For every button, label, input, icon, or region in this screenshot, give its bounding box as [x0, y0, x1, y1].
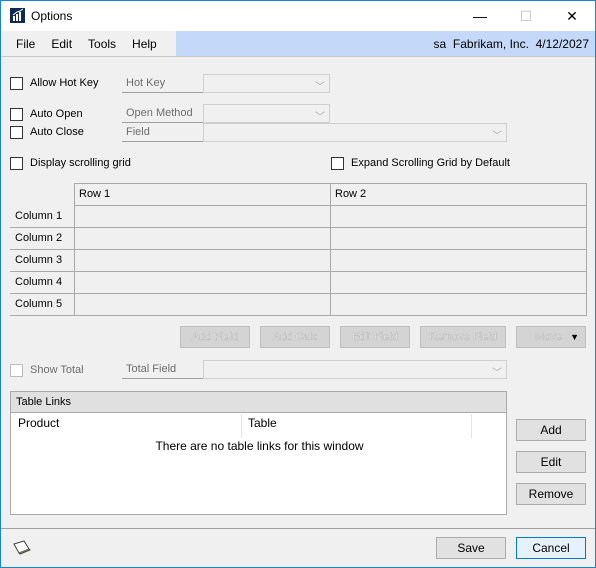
- allow-hot-key-label: Allow Hot Key: [30, 77, 99, 89]
- menu-file[interactable]: File: [8, 37, 43, 51]
- show-total-checkbox[interactable]: [10, 364, 23, 377]
- title-bar: Options — ☐ ✕: [1, 1, 595, 31]
- hot-key-label: Hot Key: [122, 74, 203, 93]
- chevron-down-icon: ﹀: [492, 131, 502, 142]
- display-scrolling-grid-checkbox[interactable]: [10, 157, 23, 170]
- chevron-down-icon: ﹀: [315, 82, 325, 93]
- total-field-label: Total Field: [122, 360, 203, 379]
- auto-close-label: Auto Close: [30, 126, 84, 138]
- column-header-table[interactable]: Table: [248, 416, 277, 430]
- chart-bar-icon: [10, 8, 25, 23]
- table-links-panel: Table Links Product Table There are no t…: [10, 391, 507, 515]
- table-links-title: Table Links: [11, 392, 506, 413]
- note-icon[interactable]: [12, 539, 32, 558]
- field-dropdown[interactable]: ﹀: [203, 123, 507, 142]
- maximize-button[interactable]: ☐: [503, 1, 549, 31]
- menu-separator: [1, 56, 595, 57]
- expand-scrolling-grid-checkbox[interactable]: [331, 157, 344, 170]
- minimize-icon: —: [473, 8, 487, 24]
- edit-table-link-button[interactable]: Edit: [516, 451, 586, 473]
- add-table-link-button[interactable]: Add: [516, 419, 586, 441]
- maximize-icon: ☐: [519, 7, 533, 24]
- grid-column-label-3: Column 3: [15, 254, 63, 266]
- scrolling-grid-layout: Row 1 Row 2 Column 1 Column 2 Column 3 C…: [10, 183, 587, 316]
- field-label: Field: [122, 123, 203, 142]
- chevron-down-icon: ﹀: [492, 368, 502, 379]
- save-button[interactable]: Save: [436, 537, 506, 559]
- menu-help[interactable]: Help: [124, 37, 165, 51]
- table-links-empty-message: There are no table links for this window: [155, 439, 364, 453]
- grid-column-label-2: Column 2: [15, 232, 63, 244]
- footer-separator: [1, 528, 595, 529]
- open-method-dropdown[interactable]: ﹀: [203, 104, 330, 123]
- window-title: Options: [31, 9, 73, 23]
- expand-scrolling-grid-label: Expand Scrolling Grid by Default: [351, 157, 510, 169]
- cancel-button[interactable]: Cancel: [516, 537, 586, 559]
- add-calc-button[interactable]: Add Calc: [260, 326, 330, 348]
- grid-row-header-2: Row 2: [335, 188, 367, 200]
- allow-hot-key-checkbox[interactable]: [10, 77, 23, 90]
- user-id: sa: [433, 37, 447, 51]
- chevron-down-icon: ﹀: [315, 112, 325, 123]
- menu-tools[interactable]: Tools: [80, 37, 124, 51]
- column-header-product[interactable]: Product: [18, 416, 59, 430]
- edit-field-button[interactable]: Edit Field: [340, 326, 410, 348]
- close-icon: ✕: [566, 7, 578, 24]
- minimize-button[interactable]: —: [457, 1, 503, 31]
- display-scrolling-grid-label: Display scrolling grid: [30, 157, 131, 169]
- hot-key-dropdown[interactable]: ﹀: [203, 74, 330, 93]
- show-total-label: Show Total: [30, 364, 84, 376]
- remove-field-button[interactable]: Remove Field: [420, 326, 506, 348]
- company-name: Fabrikam, Inc.: [452, 37, 529, 51]
- menu-edit[interactable]: Edit: [43, 37, 80, 51]
- menu-bar: File Edit Tools Help sa Fabrikam, Inc. 4…: [1, 31, 595, 56]
- move-button[interactable]: Move ▼: [516, 326, 586, 348]
- grid-column-label-1: Column 1: [15, 210, 63, 222]
- auto-close-checkbox[interactable]: [10, 126, 23, 139]
- total-field-dropdown[interactable]: ﹀: [203, 360, 507, 379]
- auto-open-label: Auto Open: [30, 108, 83, 120]
- grid-column-label-5: Column 5: [15, 298, 63, 310]
- grid-column-label-4: Column 4: [15, 276, 63, 288]
- user-date: 4/12/2027: [535, 37, 589, 51]
- auto-open-checkbox[interactable]: [10, 108, 23, 121]
- open-method-label: Open Method: [122, 104, 203, 123]
- options-window: Options — ☐ ✕ File Edit Tools Help sa Fa…: [0, 0, 596, 568]
- user-company-date: sa Fabrikam, Inc. 4/12/2027: [434, 37, 589, 51]
- grid-row-header-1: Row 1: [79, 188, 111, 200]
- close-button[interactable]: ✕: [549, 1, 595, 31]
- remove-table-link-button[interactable]: Remove: [516, 483, 586, 505]
- add-field-button[interactable]: Add Field: [180, 326, 250, 348]
- dropdown-arrow-icon: ▼: [570, 332, 579, 342]
